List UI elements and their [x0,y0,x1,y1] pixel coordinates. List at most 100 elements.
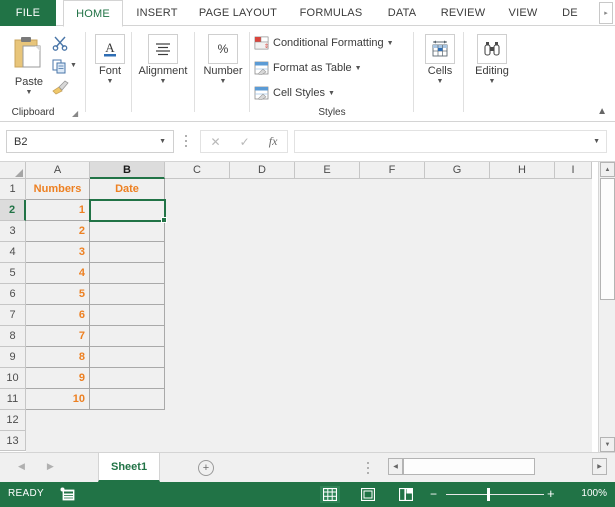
add-sheet-icon[interactable]: + [198,460,214,476]
row-header-1[interactable]: 1 [0,179,26,200]
number-dropdown-icon[interactable]: ▼ [220,78,227,85]
select-all-button[interactable] [0,162,26,179]
scroll-up-icon[interactable]: ▲ [600,162,615,177]
column-header-E[interactable]: E [295,162,360,179]
tab-data[interactable]: DATA [378,0,426,26]
scroll-down-icon[interactable]: ▼ [600,437,615,452]
row-header-3[interactable]: 3 [0,221,26,242]
cell-A4[interactable]: 3 [26,242,90,263]
formula-expand-icon[interactable]: ▼ [593,138,606,145]
conditional-formatting-button[interactable]: ⇕ Conditional Formatting ▼ [254,36,394,50]
formula-input[interactable]: ▼ [294,130,607,153]
prev-sheet-icon[interactable]: ◀ [18,461,25,472]
tab-view[interactable]: VIEW [500,0,546,26]
normal-view-icon[interactable] [320,486,340,503]
font-dropdown-icon[interactable]: ▼ [107,78,114,85]
cell-B9[interactable] [90,347,165,368]
vertical-scroll-thumb[interactable] [600,178,615,300]
cell-B3[interactable] [90,221,165,242]
tab-scroll-right-icon[interactable]: ▸ [599,2,613,24]
zoom-in-button[interactable]: + [547,487,555,500]
cell-A2[interactable]: 1 [26,200,90,221]
paste-button[interactable]: Paste ▼ [6,34,52,96]
sheet-tab-sheet1[interactable]: Sheet1 [98,453,161,482]
enter-icon[interactable]: ✓ [240,135,250,149]
formula-bar-grip[interactable] [185,135,188,148]
cells-button[interactable]: Cells ▼ [422,34,458,85]
name-box[interactable]: B2 ▼ [6,130,174,153]
row-header-4[interactable]: 4 [0,242,26,263]
cell-B8[interactable] [90,326,165,347]
cell-styles-dropdown-icon[interactable]: ▼ [328,90,335,97]
cell-styles-button[interactable]: Cell Styles ▼ [254,86,335,101]
row-header-5[interactable]: 5 [0,263,26,284]
copy-button[interactable]: ▼ [52,59,77,79]
scroll-left-icon[interactable]: ◀ [388,458,403,475]
cell-A7[interactable]: 6 [26,305,90,326]
row-header-10[interactable]: 10 [0,368,26,389]
tab-formulas[interactable]: FORMULAS [292,0,370,26]
editing-dropdown-icon[interactable]: ▼ [489,78,496,85]
cells-dropdown-icon[interactable]: ▼ [437,78,444,85]
tab-file[interactable]: FILE [0,0,56,26]
cut-button[interactable] [52,35,68,56]
tab-home[interactable]: HOME [63,0,123,27]
column-header-B[interactable]: B [90,162,165,179]
row-header-9[interactable]: 9 [0,347,26,368]
paste-dropdown-icon[interactable]: ▼ [26,89,33,96]
zoom-slider-thumb[interactable] [487,488,490,501]
format-painter-button[interactable] [51,79,69,100]
row-header-11[interactable]: 11 [0,389,26,410]
name-box-dropdown-icon[interactable]: ▼ [159,138,173,145]
scroll-right-icon[interactable]: ▶ [592,458,607,475]
cell-A1[interactable]: Numbers [26,179,90,200]
column-header-F[interactable]: F [360,162,425,179]
cell-A9[interactable]: 8 [26,347,90,368]
cancel-icon[interactable]: ✕ [211,135,221,149]
row-header-12[interactable]: 12 [0,410,26,431]
format-as-table-button[interactable]: Format as Table ▼ [254,61,362,76]
horizontal-scrollbar[interactable]: ◀ ▶ [388,458,607,476]
alignment-dropdown-icon[interactable]: ▼ [160,78,167,85]
editing-button[interactable]: Editing ▼ [471,34,513,85]
cell-A3[interactable]: 2 [26,221,90,242]
record-macro-icon[interactable] [60,487,76,507]
format-as-table-dropdown-icon[interactable]: ▼ [355,65,362,72]
row-header-8[interactable]: 8 [0,326,26,347]
cell-B1[interactable]: Date [90,179,165,200]
column-header-D[interactable]: D [230,162,295,179]
column-header-G[interactable]: G [425,162,490,179]
copy-dropdown-icon[interactable]: ▼ [70,62,77,69]
font-button[interactable]: A Font ▼ [91,34,129,85]
tab-page-layout[interactable]: PAGE LAYOUT [190,0,286,26]
column-header-H[interactable]: H [490,162,555,179]
cell-B11[interactable] [90,389,165,410]
insert-function-icon[interactable]: fx [269,134,278,149]
column-header-A[interactable]: A [26,162,90,179]
cell-A6[interactable]: 5 [26,284,90,305]
column-header-C[interactable]: C [165,162,230,179]
fill-handle[interactable] [161,217,167,223]
hscroll-grip[interactable] [367,462,369,477]
tab-developer[interactable]: DE [552,0,588,26]
cell-A8[interactable]: 7 [26,326,90,347]
row-header-2[interactable]: 2 [0,200,26,221]
zoom-out-button[interactable]: − [430,488,437,500]
row-header-6[interactable]: 6 [0,284,26,305]
number-button[interactable]: % Number ▼ [202,34,244,85]
zoom-slider-track[interactable] [446,494,544,495]
vertical-scrollbar[interactable]: ▲ ▼ [598,162,615,452]
clipboard-dialog-launcher[interactable]: ◢ [72,109,78,118]
cell-B4[interactable] [90,242,165,263]
cell-B5[interactable] [90,263,165,284]
conditional-formatting-dropdown-icon[interactable]: ▼ [387,40,394,47]
tab-insert[interactable]: INSERT [128,0,186,26]
zoom-level-label[interactable]: 100% [581,488,607,499]
cell-A5[interactable]: 4 [26,263,90,284]
page-break-icon[interactable] [396,486,416,503]
row-header-13[interactable]: 13 [0,431,26,451]
cell-B2[interactable] [90,200,165,221]
alignment-button[interactable]: Alignment ▼ [139,34,187,85]
row-header-7[interactable]: 7 [0,305,26,326]
cell-B7[interactable] [90,305,165,326]
